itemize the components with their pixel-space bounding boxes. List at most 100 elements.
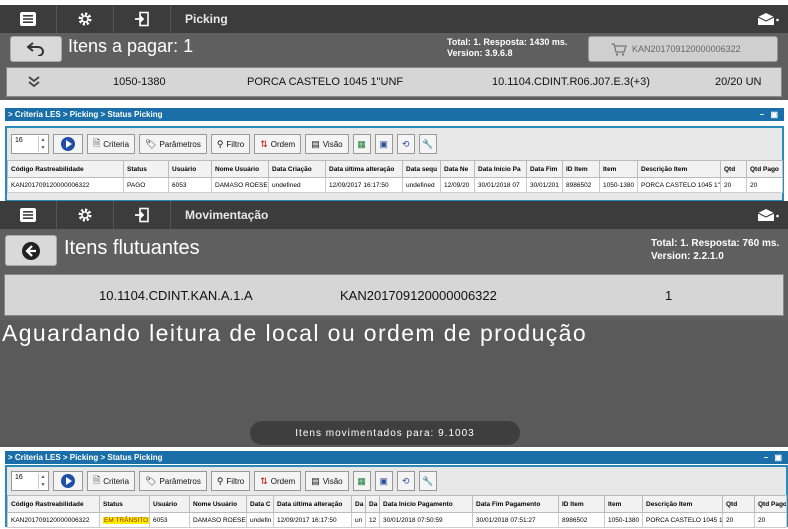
column-header[interactable]: Qtd Pago	[746, 160, 783, 178]
spinner-arrows[interactable]: ▲ ▼	[38, 473, 47, 489]
visao-button[interactable]: ▤ Visão	[305, 134, 349, 154]
column-header[interactable]: Nome Usuário	[211, 160, 269, 178]
column-header[interactable]: Data Fim Pagamento	[472, 495, 559, 513]
column-header[interactable]: Código Rastreabilidade	[7, 495, 100, 513]
window-controls[interactable]: – ▣	[760, 110, 784, 119]
item-quantity: 20/20 UN	[715, 76, 762, 88]
refresh-button[interactable]: ⟲	[396, 471, 415, 491]
criteria-button[interactable]: 🗎 Criteria	[87, 134, 136, 154]
list-icon	[20, 12, 36, 26]
page-size-spinner[interactable]: 16 ▲ ▼	[11, 471, 49, 491]
ordem-label: Ordem	[270, 476, 296, 486]
refresh-button[interactable]: ⟲	[396, 134, 415, 154]
column-header[interactable]: Data Criação	[268, 160, 326, 178]
execute-button[interactable]	[53, 134, 83, 154]
export-excel-button[interactable]: ▦	[352, 134, 371, 154]
view-icon: ▤	[311, 475, 320, 486]
table-cell: un	[351, 512, 366, 528]
breadcrumb: > Criteria LES > Picking > Status Pickin…	[8, 453, 163, 462]
table-cell: DAMASO ROESE	[211, 177, 269, 193]
column-header[interactable]: Usuário	[168, 160, 212, 178]
table-cell: undefined	[268, 177, 326, 193]
column-header[interactable]: Da	[351, 495, 366, 513]
version-text: Version: 3.9.6.8	[447, 48, 513, 58]
item-description: PORCA CASTELO 1045 1"UNF	[247, 76, 404, 88]
column-header[interactable]: Item	[599, 160, 638, 178]
table-row[interactable]: KAN201709120000006322 PAGO 6053 DAMASO ROES…	[7, 177, 783, 193]
column-header[interactable]: Data Início Pagamento	[379, 495, 473, 513]
tools-button[interactable]: 🔧	[418, 134, 437, 154]
filtro-button[interactable]: ⚲ Filtro	[210, 471, 251, 491]
spinner-arrows[interactable]: ▲ ▼	[38, 136, 47, 152]
export-excel-button[interactable]: ▦	[352, 471, 371, 491]
column-header[interactable]: Qtd Pago	[754, 495, 787, 513]
column-header[interactable]: Usuário	[149, 495, 190, 513]
visao-button[interactable]: ▤ Visão	[305, 471, 349, 491]
column-header[interactable]: Qtd	[722, 495, 755, 513]
table-cell: 30/01/2018 07:50:59	[379, 512, 473, 528]
page-size-spinner[interactable]: 16 ▲ ▼	[11, 134, 49, 154]
messages-button[interactable]	[748, 5, 788, 33]
response-info: Total: 1. Resposta: 760 ms. Version: 2.2…	[651, 237, 779, 263]
ordem-button[interactable]: ⇅ Ordem	[254, 471, 302, 491]
exit-icon	[135, 207, 149, 223]
waiting-message: Aguardando leitura de local ou ordem de …	[2, 320, 588, 346]
les-title-bar: > Criteria LES > Picking > Status Pickin…	[5, 451, 788, 464]
messages-button[interactable]	[748, 201, 788, 229]
column-header[interactable]: Descrição Item	[637, 160, 721, 178]
flutuante-item-row[interactable]: 10.1104.CDINT.KAN.A.1.A KAN2017091200000…	[4, 274, 784, 316]
table-cell: 30/01/201	[526, 177, 563, 193]
settings-button[interactable]	[57, 5, 114, 33]
column-header[interactable]: Nome Usuário	[189, 495, 247, 513]
back-button[interactable]	[10, 36, 62, 62]
refresh-icon: ⟲	[401, 138, 410, 149]
gear-icon	[78, 12, 92, 26]
parametros-button[interactable]: 🏷 Parâmetros	[139, 134, 207, 154]
status-table: Código Rastreabilidade Status Usuário Nome …	[7, 160, 783, 193]
save-button[interactable]: ▣	[374, 134, 393, 154]
table-row[interactable]: KAN201709120000006322 EM TRÂNSITO 6053 DAMA…	[7, 512, 787, 528]
column-header[interactable]: Data última alteração	[325, 160, 403, 178]
column-header[interactable]: Data última alteração	[273, 495, 352, 513]
column-header[interactable]: Data sequ	[402, 160, 441, 178]
column-header[interactable]: ID Item	[562, 160, 600, 178]
column-header[interactable]: Data Ne	[440, 160, 475, 178]
filtro-button[interactable]: ⚲ Filtro	[210, 134, 251, 154]
table-cell: PORCA CASTELO 1045 1"	[637, 177, 721, 193]
menu-button[interactable]	[0, 5, 57, 33]
column-header[interactable]: Status	[99, 495, 150, 513]
les-toolbar: 16 ▲ ▼ 🗎 Criteria 🏷 Parâmetros ⚲ Filtro ⇅ Orde…	[7, 467, 786, 495]
save-button[interactable]: ▣	[374, 471, 393, 491]
logout-button[interactable]	[114, 5, 171, 33]
column-header[interactable]: Data Início Pa	[474, 160, 527, 178]
ordem-button[interactable]: ⇅ Ordem	[254, 134, 302, 154]
column-header[interactable]: Qtd	[720, 160, 747, 178]
tag-icon: 🏷	[145, 475, 157, 486]
criteria-button[interactable]: 🗎 Criteria	[87, 471, 136, 491]
parametros-button[interactable]: 🏷 Parâmetros	[139, 471, 207, 491]
response-time-text: Total: 1. Resposta: 1430 ms.	[447, 37, 568, 47]
picking-item-row[interactable]: 1050-1380 PORCA CASTELO 1045 1"UNF 10.11…	[6, 67, 782, 97]
cart-button[interactable]: KAN201709120000006322	[588, 36, 778, 62]
tools-button[interactable]: 🔧	[418, 471, 437, 491]
top-app-bar-picking: Picking	[0, 5, 788, 33]
column-header[interactable]: Status	[123, 160, 169, 178]
settings-button[interactable]	[57, 201, 114, 229]
column-header[interactable]: ID Item	[558, 495, 605, 513]
execute-button[interactable]	[53, 471, 83, 491]
column-header[interactable]: Item	[604, 495, 643, 513]
column-header[interactable]: Data Fim	[526, 160, 563, 178]
table-cell: 8986502	[558, 512, 605, 528]
wrench-icon: 🔧	[421, 138, 434, 149]
item-location: 10.1104.CDINT.KAN.A.1.A	[99, 287, 253, 303]
column-header[interactable]: Descrição Item	[642, 495, 723, 513]
menu-button[interactable]	[0, 201, 57, 229]
back-button[interactable]	[5, 235, 57, 266]
column-header[interactable]: Data C	[246, 495, 274, 513]
logout-button[interactable]	[114, 201, 171, 229]
column-header[interactable]: Da	[365, 495, 380, 513]
window-controls[interactable]: – ▣	[764, 453, 788, 462]
document-icon: 🗎	[93, 475, 101, 485]
table-cell: KAN201709120000006322	[7, 177, 124, 193]
column-header[interactable]: Código Rastreabilidade	[7, 160, 124, 178]
